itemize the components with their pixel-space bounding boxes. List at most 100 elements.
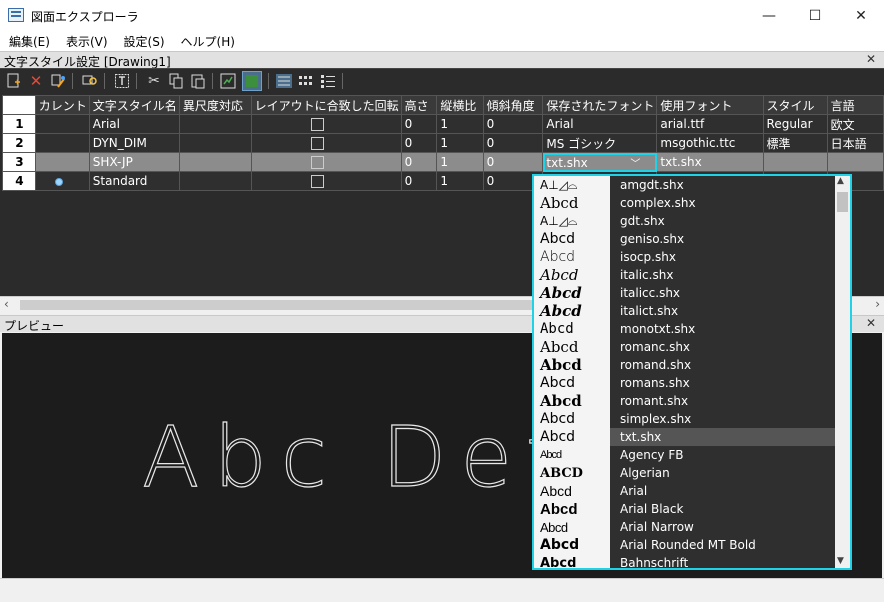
column-header[interactable]: 文字スタイル名 bbox=[88, 95, 180, 115]
close-button[interactable]: ✕ bbox=[838, 0, 884, 31]
height-cell[interactable]: 0 bbox=[400, 114, 438, 134]
scroll-down-icon[interactable]: ▼ bbox=[837, 556, 844, 566]
height-cell[interactable]: 0 bbox=[400, 133, 438, 153]
paste-icon[interactable] bbox=[188, 71, 208, 91]
font-option[interactable]: Abcd txt.shx bbox=[534, 428, 836, 446]
purge-icon[interactable] bbox=[48, 71, 68, 91]
font-option[interactable]: Abcd Arial Narrow bbox=[534, 518, 836, 536]
row-number[interactable]: 4 bbox=[2, 171, 36, 191]
style-name-cell[interactable]: DYN_DIM bbox=[88, 133, 180, 153]
import-icon[interactable] bbox=[218, 71, 238, 91]
menu-edit[interactable]: 編集(E) bbox=[0, 31, 57, 51]
find-icon[interactable] bbox=[80, 71, 100, 91]
font-option[interactable]: Abcd romant.shx bbox=[534, 392, 836, 410]
font-option[interactable]: Abcd monotxt.shx bbox=[534, 320, 836, 338]
saved-font-combobox[interactable]: txt.shx ﹀ bbox=[542, 152, 658, 172]
row-number[interactable]: 1 bbox=[2, 114, 36, 134]
column-header[interactable]: スタイル bbox=[762, 95, 828, 115]
row-number[interactable]: 3 bbox=[2, 152, 36, 172]
font-option[interactable]: Abcd romans.shx bbox=[534, 374, 836, 392]
current-cell[interactable] bbox=[34, 171, 90, 191]
font-option[interactable]: Abcd italic.shx bbox=[534, 266, 836, 284]
new-style-icon[interactable] bbox=[4, 71, 24, 91]
width-factor-cell[interactable]: 1 bbox=[436, 152, 484, 172]
font-style-cell[interactable]: Regular bbox=[762, 114, 828, 134]
column-header[interactable]: 保存されたフォント bbox=[542, 95, 658, 115]
column-header[interactable]: 使用フォント bbox=[656, 95, 764, 115]
oblique-angle-cell[interactable]: 0 bbox=[482, 114, 544, 134]
height-cell[interactable]: 0 bbox=[400, 152, 438, 172]
font-option[interactable]: ABCD Algerian bbox=[534, 464, 836, 482]
annotative-cell[interactable] bbox=[178, 171, 252, 191]
current-cell[interactable] bbox=[34, 133, 90, 153]
table-row-selected[interactable]: 3 SHX-JP 0 1 0 txt.shx ﹀ txt.shx bbox=[2, 152, 884, 172]
match-orientation-checkbox[interactable] bbox=[310, 137, 324, 150]
panel-close-icon[interactable]: ✕ bbox=[866, 52, 876, 66]
font-option[interactable]: Abcd simplex.shx bbox=[534, 410, 836, 428]
oblique-angle-cell[interactable]: 0 bbox=[482, 152, 544, 172]
language-cell[interactable] bbox=[826, 152, 884, 172]
dropdown-scrollbar[interactable]: ▲ ▼ bbox=[835, 176, 850, 568]
font-option[interactable]: Abcd Arial bbox=[534, 482, 836, 500]
font-option[interactable]: Abcd Bahnschrift bbox=[534, 554, 836, 568]
font-option[interactable]: Abcd isocp.shx bbox=[534, 248, 836, 266]
font-option[interactable]: Abcd Arial Black bbox=[534, 500, 836, 518]
export-icon[interactable] bbox=[242, 71, 262, 91]
width-factor-cell[interactable]: 1 bbox=[436, 171, 484, 191]
language-cell[interactable]: 欧文 bbox=[826, 114, 884, 134]
font-option[interactable]: A⊥◿⌓ amgdt.shx bbox=[534, 176, 836, 194]
font-option[interactable]: Abcd geniso.shx bbox=[534, 230, 836, 248]
copy-icon[interactable] bbox=[166, 71, 186, 91]
font-option[interactable]: Abcd romanc.shx bbox=[534, 338, 836, 356]
column-header[interactable]: カレント bbox=[34, 95, 90, 115]
match-orientation-checkbox[interactable] bbox=[310, 118, 324, 131]
font-style-cell[interactable]: 標準 bbox=[762, 133, 828, 153]
saved-font-cell[interactable]: MS ゴシック bbox=[542, 133, 658, 153]
menu-view[interactable]: 表示(V) bbox=[57, 31, 115, 51]
scroll-left-icon[interactable]: ‹ bbox=[4, 297, 9, 311]
font-style-cell[interactable] bbox=[762, 152, 828, 172]
column-header[interactable]: 縦横比 bbox=[436, 95, 484, 115]
table-row[interactable]: 2 DYN_DIM 0 1 0 MS ゴシック msgothic.ttc 標準 … bbox=[2, 133, 884, 153]
font-option[interactable]: A⊥◿⌓ gdt.shx bbox=[534, 212, 836, 230]
style-name-cell[interactable]: Standard bbox=[88, 171, 180, 191]
large-icons-view-icon[interactable] bbox=[274, 71, 294, 91]
maximize-button[interactable]: ☐ bbox=[792, 0, 838, 31]
oblique-angle-cell[interactable]: 0 bbox=[482, 133, 544, 153]
font-option[interactable]: Abcd Arial Rounded MT Bold bbox=[534, 536, 836, 554]
scroll-right-icon[interactable]: › bbox=[875, 297, 880, 311]
scroll-up-icon[interactable]: ▲ bbox=[837, 176, 844, 186]
column-header[interactable]: 傾斜角度 bbox=[482, 95, 544, 115]
table-row[interactable]: 1 Arial 0 1 0 Arial arial.ttf Regular 欧文 bbox=[2, 114, 884, 134]
width-factor-cell[interactable]: 1 bbox=[436, 133, 484, 153]
used-font-cell[interactable]: txt.shx bbox=[656, 152, 764, 172]
match-orientation-checkbox[interactable] bbox=[310, 175, 324, 188]
style-name-cell[interactable]: SHX-JP bbox=[88, 152, 180, 172]
text-style-icon[interactable] bbox=[112, 71, 132, 91]
preview-close-icon[interactable]: ✕ bbox=[866, 316, 876, 330]
row-number[interactable]: 2 bbox=[2, 133, 36, 153]
column-header[interactable]: 異尺度対応 bbox=[178, 95, 252, 115]
font-option[interactable]: Abcd Agency FB bbox=[534, 446, 836, 464]
saved-font-cell[interactable]: Arial bbox=[542, 114, 658, 134]
cut-icon[interactable]: ✂ bbox=[144, 71, 164, 91]
used-font-cell[interactable]: arial.ttf bbox=[656, 114, 764, 134]
dropdown-scroll-thumb[interactable] bbox=[837, 192, 848, 212]
corner-cell[interactable] bbox=[2, 95, 36, 115]
column-header[interactable]: 高さ bbox=[400, 95, 438, 115]
chevron-down-icon[interactable]: ﹀ bbox=[630, 159, 640, 170]
annotative-cell[interactable] bbox=[178, 114, 252, 134]
small-icons-view-icon[interactable] bbox=[296, 71, 316, 91]
height-cell[interactable]: 0 bbox=[400, 171, 438, 191]
current-cell[interactable] bbox=[34, 114, 90, 134]
annotative-cell[interactable] bbox=[178, 152, 252, 172]
menu-settings[interactable]: 設定(S) bbox=[115, 31, 172, 51]
scrollbar-thumb[interactable] bbox=[20, 300, 536, 310]
font-dropdown-list[interactable]: A⊥◿⌓ amgdt.shx Abcd complex.shx A⊥◿⌓ gdt.shx A… bbox=[532, 174, 852, 570]
list-view-icon[interactable] bbox=[318, 71, 338, 91]
column-header[interactable]: 言語 bbox=[826, 95, 884, 115]
font-option[interactable]: Abcd romand.shx bbox=[534, 356, 836, 374]
annotative-cell[interactable] bbox=[178, 133, 252, 153]
delete-icon[interactable]: ✕ bbox=[26, 71, 46, 91]
column-header[interactable]: レイアウトに合致した回転 bbox=[250, 95, 402, 115]
